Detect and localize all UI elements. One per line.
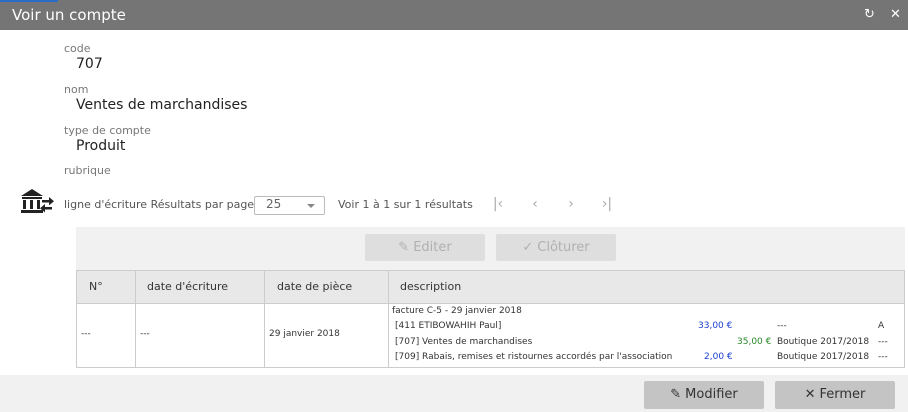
close-entry-button[interactable]: ✓ Clôturer — [496, 234, 616, 261]
col-num — [77, 271, 136, 367]
window-title: Voir un compte — [12, 6, 126, 24]
line-flag: --- — [878, 352, 888, 362]
line-account: [411 ETIBOWAHIH Paul] — [395, 321, 502, 331]
line-debit: 2,00 € — [704, 352, 733, 362]
cell-date-piece: 29 janvier 2018 — [269, 329, 340, 339]
line-account: [707] Ventes de marchandises — [395, 337, 533, 347]
entries-grid: N° date d'écriture date de pièce descrip… — [76, 270, 905, 368]
line-debit: 33,00 € — [698, 321, 733, 331]
cell-num: --- — [81, 329, 91, 339]
name-label: nom — [64, 83, 89, 96]
bank-transfer-icon — [21, 189, 54, 213]
header-date-ecriture[interactable]: date d'écriture — [147, 280, 228, 293]
modify-button-label: Modifier — [685, 387, 738, 402]
refresh-icon[interactable]: ↻ — [864, 7, 875, 22]
next-page-icon[interactable]: › — [563, 196, 579, 212]
last-page-icon[interactable]: ›| — [599, 196, 615, 212]
rubrique-label: rubrique — [64, 164, 111, 177]
line-flag: --- — [878, 337, 888, 347]
close-entry-button-label: Clôturer — [537, 240, 590, 255]
code-value: 707 — [76, 56, 103, 72]
dialog-footer: ✎ Modifier ✕ Fermer — [0, 375, 908, 412]
close-button[interactable]: ✕ Fermer — [775, 381, 895, 409]
pager-info: Voir 1 à 1 sur 1 résultats — [338, 198, 473, 211]
prev-page-icon[interactable]: ‹ — [527, 196, 543, 212]
edit-button[interactable]: ✎ Editer — [365, 234, 485, 261]
grid-caption: ligne d'écriture Résultats par page — [64, 198, 254, 211]
per-page-value: 25 — [266, 197, 282, 211]
per-page-label: Résultats par page — [150, 198, 255, 211]
close-icon: ✕ — [804, 387, 816, 402]
chevron-down-icon — [307, 204, 315, 208]
line-project: Boutique 2017/2018 — [777, 352, 870, 362]
line-project: Boutique 2017/2018 — [777, 337, 870, 347]
pencil-icon: ✎ — [670, 387, 682, 402]
close-button-label: Fermer — [819, 387, 866, 402]
pencil-icon: ✎ — [398, 240, 410, 255]
line-project: --- — [777, 321, 787, 331]
cell-date-ecriture: --- — [140, 329, 150, 339]
account-type-value: Produit — [76, 138, 126, 154]
modify-button[interactable]: ✎ Modifier — [644, 381, 764, 409]
account-type-label: type de compte — [64, 124, 151, 137]
name-value: Ventes de marchandises — [76, 97, 248, 113]
line-credit: 35,00 € — [737, 337, 772, 347]
titlebar-accent — [0, 0, 58, 2]
header-date-piece[interactable]: date de pièce — [277, 280, 352, 293]
window-titlebar: Voir un compte ↻ ✕ — [0, 0, 908, 30]
header-num[interactable]: N° — [89, 280, 103, 293]
first-page-icon[interactable]: |‹ — [490, 196, 506, 212]
close-icon[interactable]: ✕ — [890, 7, 901, 22]
line-flag: A — [878, 321, 885, 331]
cell-description: facture C-5 - 29 janvier 2018 — [392, 306, 522, 316]
edit-button-label: Editer — [413, 240, 452, 255]
check-icon: ✓ — [522, 240, 534, 255]
per-page-select[interactable]: 25 — [254, 196, 325, 215]
code-label: code — [64, 42, 91, 55]
grid-caption-title: ligne d'écriture — [64, 198, 148, 211]
grid-toolbar: ✎ Editer ✓ Clôturer — [76, 227, 905, 270]
line-account: [709] Rabais, remises et ristournes acco… — [395, 352, 673, 362]
header-description[interactable]: description — [400, 280, 461, 293]
